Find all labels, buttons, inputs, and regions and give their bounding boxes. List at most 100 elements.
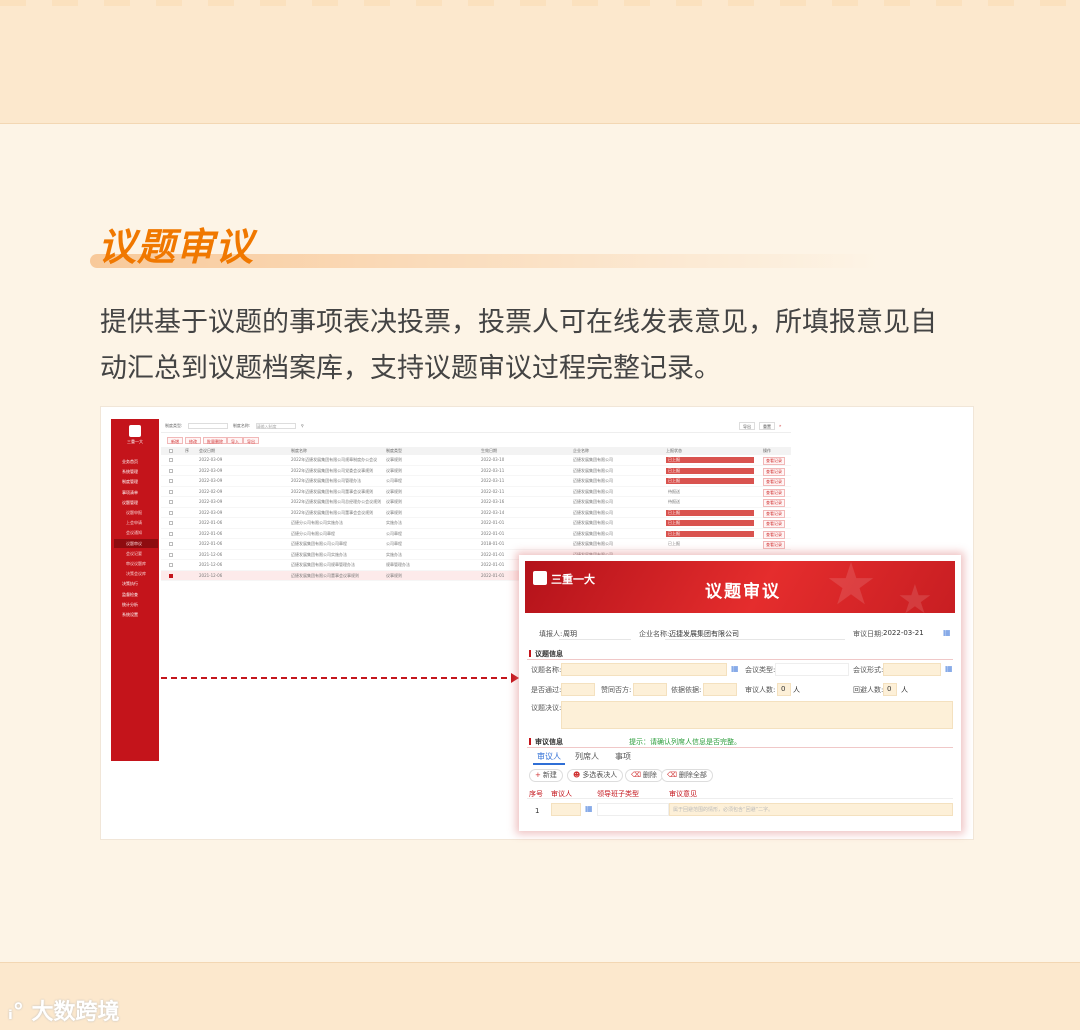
table-row[interactable]: 2022-02-09 2022年迈捷发展集团有限公司董事会议事规则 议事规则 2022… — [161, 487, 791, 497]
delete-button[interactable]: ⌫ 删除 — [625, 769, 663, 782]
cell-effective: 2022-01-01 — [481, 530, 505, 536]
status-badge: 待报送 — [668, 488, 680, 494]
sidebar-item[interactable]: 系统管理 — [114, 467, 158, 476]
reset-button[interactable]: 重置 — [759, 422, 775, 430]
cell-effective: 2018-01-01 — [481, 541, 505, 546]
view-record-button[interactable]: 查看记录 — [763, 530, 785, 539]
sidebar-item[interactable]: 系统设置 — [114, 610, 158, 619]
cell-name: 2022年迈捷发展集团有限公司总经理办公会议规则 — [291, 499, 381, 504]
cell-date: 2022-03-09 — [199, 467, 223, 473]
meeting-type-select[interactable] — [775, 663, 849, 676]
row-checkbox[interactable] — [169, 542, 173, 546]
sidebar-item[interactable]: 会议记要 — [114, 549, 158, 558]
reviewer-input[interactable] — [551, 803, 581, 816]
export-button[interactable]: 导出 — [739, 422, 755, 430]
passed-select[interactable] — [561, 683, 595, 696]
review-date-value[interactable]: 2022-03-21 — [883, 629, 924, 637]
trash-icon: ⌫ — [667, 771, 677, 779]
row-checkbox[interactable] — [169, 573, 173, 578]
cell-type: 议事规则 — [386, 467, 402, 473]
row-checkbox[interactable] — [169, 479, 173, 483]
sidebar-title: 三重一大 — [127, 439, 143, 444]
sidebar-item[interactable]: 制度管理 — [114, 477, 158, 486]
batch-delete-button[interactable]: 批量删除 — [203, 437, 227, 444]
table-row[interactable]: 2022-01-06 迈捷分公司有限公司章程 公司章程 2022-01-01 迈捷发展集… — [161, 529, 791, 539]
sidebar-item[interactable]: 会议通知 — [114, 528, 158, 537]
row-checkbox[interactable] — [169, 458, 173, 462]
row-checkbox[interactable] — [169, 468, 173, 473]
meeting-form-select[interactable] — [883, 663, 941, 676]
table-row[interactable]: 2022-03-09 2022年迈捷发展集团有限公司党委会议事规则 议事规则 2022… — [161, 466, 791, 476]
multi-select-voters-button[interactable]: ☻ 多选表决人 — [567, 769, 624, 782]
view-record-button[interactable]: 查看记录 — [763, 541, 785, 549]
picker-icon[interactable]: ▦ — [945, 664, 953, 673]
sidebar-item[interactable]: 上会申请 — [114, 518, 158, 527]
col-op: 操作 — [763, 448, 771, 453]
table-row[interactable]: 2022-03-09 2022年迈捷发展集团有限公司管理办法 公司章程 2022-03… — [161, 476, 791, 487]
resolution-textarea[interactable] — [561, 701, 953, 729]
sidebar-item[interactable]: 决策执行 — [114, 579, 158, 588]
view-record-button[interactable]: 查看记录 — [763, 509, 785, 518]
sidebar-item[interactable]: 议题审议 — [114, 538, 158, 548]
cell-date: 2022-01-06 — [199, 541, 223, 546]
import-button[interactable]: 导入 — [227, 437, 243, 444]
row-checkbox[interactable] — [169, 500, 173, 504]
topic-name-input[interactable] — [561, 663, 727, 676]
delete-all-button[interactable]: ⌫ 删除全部 — [661, 769, 713, 782]
table-row[interactable]: 2022-03-09 2022年迈捷发展集团有限公司规章制度办公会议 议事规则 202… — [161, 455, 791, 466]
view-record-button[interactable]: 查看记录 — [763, 457, 785, 465]
cell-type: 实施办法 — [386, 520, 402, 525]
arrow-head — [511, 673, 519, 683]
filter-type-select[interactable] — [187, 423, 228, 429]
calendar-icon[interactable]: ▦ — [943, 628, 951, 637]
tab-attendees[interactable]: 列席人 — [575, 751, 599, 762]
sidebar-item[interactable]: 议题申报 — [114, 508, 158, 517]
topic-name-label: 议题名称: — [531, 666, 562, 674]
table-row[interactable]: 2022-01-06 迈捷发展集团有限公司公司章程 公司章程 2018-01-01 迈捷… — [161, 539, 791, 550]
view-record-button[interactable]: 查看记录 — [763, 499, 785, 507]
row-checkbox[interactable] — [169, 531, 173, 536]
sidebar-item[interactable]: 业务首页 — [114, 457, 158, 466]
sidebar-item[interactable]: 审议议题库 — [114, 559, 158, 568]
view-record-button[interactable]: 查看记录 — [763, 520, 785, 528]
leader-type-select[interactable] — [597, 803, 669, 816]
view-record-button[interactable]: 查看记录 — [763, 467, 785, 476]
table-row[interactable]: 2022-01-06 迈捷分公司有限公司实施办法 实施办法 2022-01-01 迈捷发… — [161, 518, 791, 529]
basis-select[interactable] — [703, 683, 737, 696]
sidebar-item[interactable]: 事项清单 — [114, 488, 158, 497]
col-seq: 序 — [185, 448, 189, 453]
sidebar-item[interactable]: 决策会议库 — [114, 569, 158, 578]
export-button-2[interactable]: 导出 — [243, 437, 259, 444]
view-record-button[interactable]: 查看记录 — [763, 488, 785, 497]
table-row[interactable]: 2022-03-09 2022年迈捷发展集团有限公司董事会会议规则 议事规则 2022… — [161, 508, 791, 518]
row-checkbox[interactable] — [169, 563, 173, 567]
select-all-checkbox[interactable] — [169, 449, 173, 453]
tab-items[interactable]: 事项 — [615, 751, 631, 762]
row-checkbox[interactable] — [169, 521, 173, 525]
sidebar-item[interactable]: 议题管理 — [114, 498, 158, 507]
cell-effective: 2022-03-10 — [481, 457, 505, 462]
agree-select[interactable] — [633, 683, 667, 696]
filter-name-input[interactable]: 请输入制度 — [255, 423, 296, 429]
search-icon[interactable]: ⚲ — [301, 423, 304, 428]
view-record-button[interactable]: 查看记录 — [763, 478, 785, 486]
add-button[interactable]: 新增 — [167, 437, 183, 444]
picker-icon[interactable]: ▦ — [585, 804, 593, 813]
status-badge: 已上报 — [666, 478, 754, 484]
row-checkbox[interactable] — [169, 552, 173, 557]
cell-org: 迈捷发展集团有限公司 — [573, 488, 613, 494]
table-row[interactable]: 2022-03-09 2022年迈捷发展集团有限公司总经理办公会议规则 议事规则 20… — [161, 497, 791, 508]
tab-reviewers[interactable]: 审议人 — [537, 751, 561, 762]
picker-icon[interactable]: ▦ — [731, 664, 739, 673]
row-checkbox[interactable] — [169, 510, 173, 515]
expand-icon[interactable]: » — [779, 419, 781, 433]
row-checkbox[interactable] — [169, 489, 173, 494]
sidebar-item[interactable]: 监督检查 — [114, 590, 158, 599]
edit-button[interactable]: 修改 — [185, 437, 201, 444]
absent-value: 0 — [887, 685, 892, 693]
sidebar-item[interactable]: 统计分析 — [114, 600, 158, 609]
agree-label: 赞同否方: — [601, 686, 632, 694]
cell-date: 2022-03-09 — [199, 478, 223, 483]
cell-name: 迈捷发展集团有限公司规章管理办法 — [291, 562, 355, 567]
new-button[interactable]: + 新建 — [529, 769, 563, 782]
